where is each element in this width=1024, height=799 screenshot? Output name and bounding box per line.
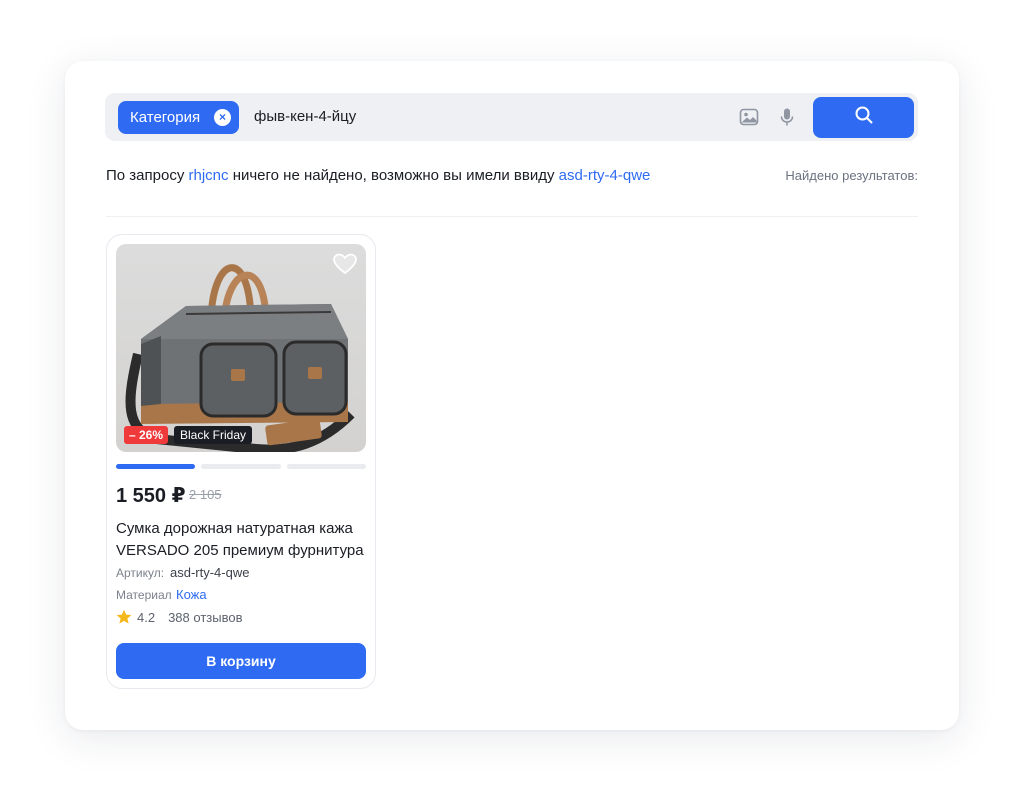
image-search-icon[interactable] [739, 107, 759, 127]
divider [106, 216, 918, 217]
search-button[interactable] [813, 97, 914, 138]
gallery-dot[interactable] [116, 464, 196, 469]
category-chip-label: Категория [130, 109, 201, 126]
gallery-dot[interactable] [201, 464, 281, 469]
results-count-label: Найдено результатов: [785, 168, 918, 183]
search-icon [854, 105, 874, 130]
no-results-hint: По запросу rhjcnc ничего не найдено, воз… [106, 167, 650, 184]
material-label: Материал [116, 588, 172, 602]
discount-badge: – 26% [124, 426, 169, 444]
gallery-indicator [116, 464, 366, 469]
rating-value: 4.2 [137, 609, 156, 625]
sku-value: asd-rty-4-qwe [170, 565, 250, 580]
gallery-dot[interactable] [286, 464, 366, 469]
add-to-cart-button[interactable]: В корзину [116, 643, 366, 679]
star-icon [116, 609, 132, 625]
product-image[interactable] [116, 244, 366, 452]
product-rating: 4.2 388 отзывов [116, 609, 242, 625]
product-old-price: 2 105 [189, 487, 222, 502]
search-input[interactable] [254, 108, 714, 125]
microphone-icon[interactable] [777, 107, 797, 127]
hint-prefix: По запросу [106, 167, 185, 184]
chip-close-icon[interactable]: × [214, 109, 231, 126]
heart-icon[interactable] [333, 253, 357, 275]
product-title[interactable]: Сумка дорожная натуратная кажа VERSADO 2… [116, 518, 366, 562]
hint-middle: ничего не найдено, возможно вы имели вви… [232, 167, 555, 184]
hint-suggestion-link[interactable]: asd-rty-4-qwe [559, 167, 651, 184]
category-chip[interactable]: Категория × [118, 101, 239, 134]
material-value[interactable]: Кожа [176, 587, 207, 602]
sku-label: Артикул: [116, 566, 165, 580]
hint-query-link[interactable]: rhjcnc [189, 167, 229, 184]
promo-badge: Black Friday [174, 426, 253, 444]
product-price: 1 550 ₽ [116, 485, 186, 507]
reviews-count[interactable]: 388 отзывов [168, 610, 242, 625]
